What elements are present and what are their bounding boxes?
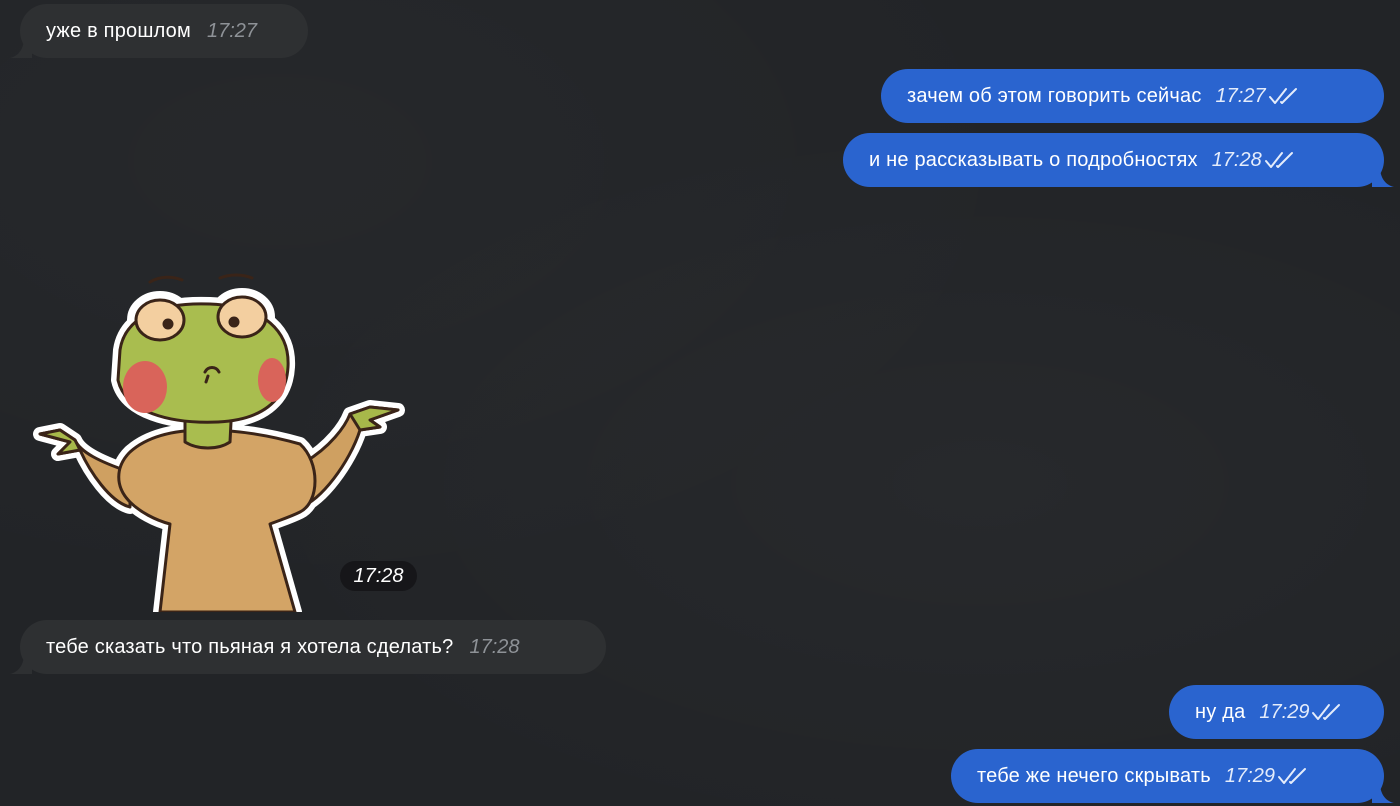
message-text: уже в прошлом (46, 19, 191, 42)
message-bubble-outgoing[interactable]: и не рассказывать о подробностях 17:28 (843, 133, 1394, 187)
message-text: тебе сказать что пьяная я хотела сделать… (46, 635, 454, 658)
message-bubble-outgoing[interactable]: зачем об этом говорить сейчас 17:27 (881, 69, 1384, 123)
double-check-icon (1268, 88, 1297, 104)
double-check-icon (1277, 768, 1306, 784)
double-check-icon (1312, 704, 1341, 720)
message-time: 17:28 (1211, 148, 1262, 171)
message-time: 17:28 (469, 635, 520, 658)
message-time: 17:29 (1259, 700, 1310, 723)
message-bubble-incoming[interactable]: тебе сказать что пьяная я хотела сделать… (10, 620, 606, 674)
frog-shrug-sticker[interactable] (20, 262, 410, 612)
message-text: тебе же нечего скрывать (977, 764, 1211, 787)
message-bubble-incoming[interactable]: уже в прошлом 17:27 (10, 4, 308, 58)
message-text: зачем об этом говорить сейчас (907, 84, 1202, 107)
message-bubble-outgoing[interactable]: ну да 17:29 (1169, 685, 1384, 739)
bubble-tail (10, 40, 32, 58)
bubble-tail (1372, 785, 1394, 803)
bubble-tail (10, 656, 32, 674)
message-time: 17:29 (1224, 764, 1275, 787)
message-time: 17:27 (206, 19, 258, 42)
sticker-time: 17:28 (340, 561, 417, 591)
message-text: ну да (1195, 700, 1246, 723)
bubble-tail (1372, 169, 1394, 187)
message-bubble-outgoing[interactable]: тебе же нечего скрывать 17:29 (951, 749, 1394, 803)
message-text: и не рассказывать о подробностях (869, 148, 1198, 171)
message-time: 17:27 (1215, 84, 1266, 107)
double-check-icon (1264, 152, 1293, 168)
